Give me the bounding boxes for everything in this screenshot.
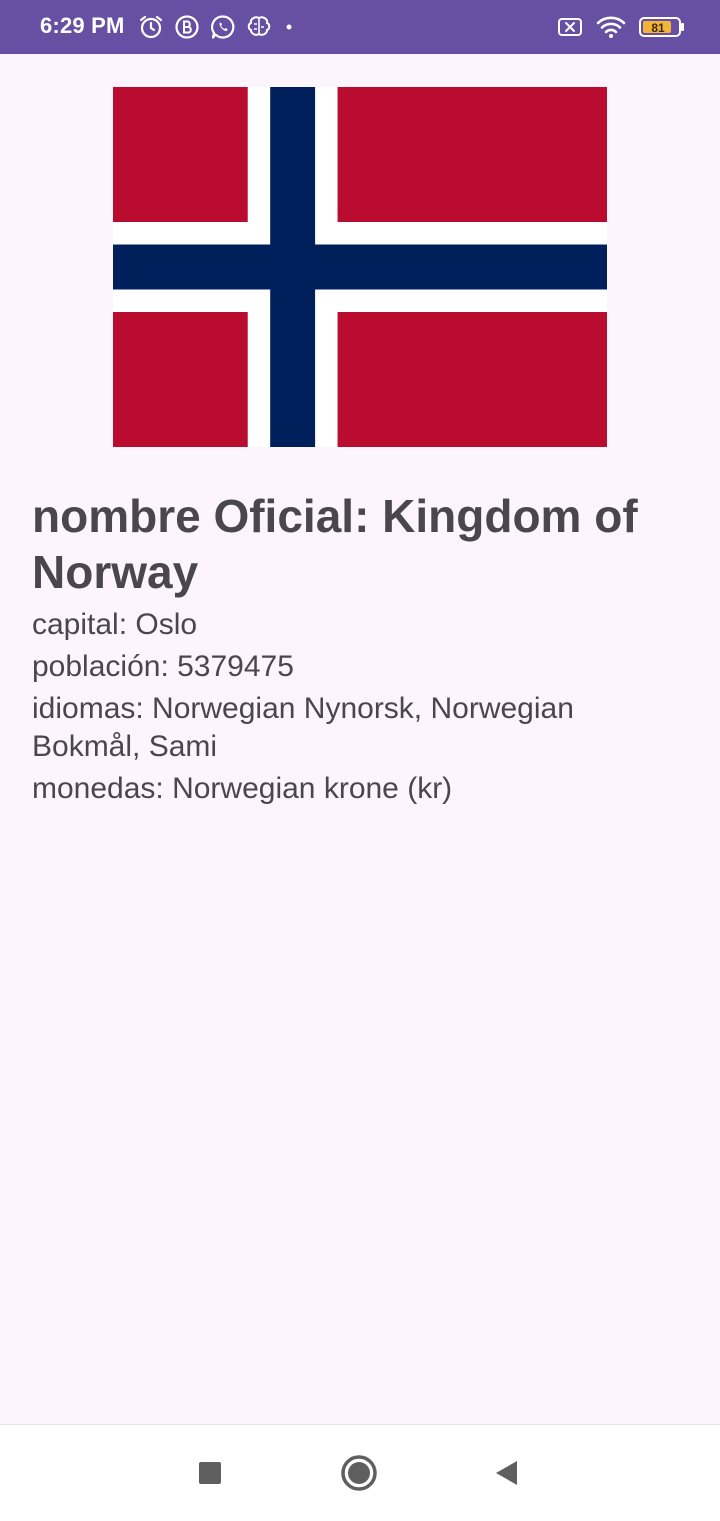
brain-icon (246, 14, 272, 40)
official-name-heading: nombre Oficial: Kingdom of Norway (32, 490, 638, 598)
population-text: población: 5379475 (32, 650, 294, 683)
home-circle-icon (341, 1455, 377, 1491)
home-button[interactable] (339, 1453, 379, 1493)
back-button[interactable] (486, 1453, 526, 1493)
alarm-icon (138, 14, 164, 40)
battery-level: 81 (651, 21, 665, 35)
notification-icons (138, 11, 296, 43)
country-info: nombre Oficial: Kingdom of Norway capita… (32, 488, 672, 812)
country-flag-image (113, 87, 607, 447)
status-time: 6:29 PM (40, 13, 125, 38)
capital-text: capital: Oslo (32, 608, 198, 641)
norway-flag-icon (113, 87, 607, 447)
languages-text: idiomas: Norwegian Nynorsk, Norwegian Bo… (32, 692, 574, 763)
b-badge-icon (174, 14, 200, 40)
whatsapp-icon (210, 14, 236, 40)
currencies-text: monedas: Norwegian krone (kr) (32, 772, 453, 805)
status-bar: 6:29 PM 81 (0, 0, 720, 54)
wifi-icon (596, 14, 626, 40)
recents-square-icon (199, 1462, 221, 1484)
back-triangle-icon (496, 1461, 517, 1485)
navigation-bar (0, 1424, 720, 1521)
recents-button[interactable] (190, 1453, 230, 1493)
system-icons: 81 (556, 11, 686, 43)
dot-icon (282, 14, 296, 40)
battery-icon: 81 (638, 14, 686, 40)
sim-x-icon (556, 14, 584, 40)
